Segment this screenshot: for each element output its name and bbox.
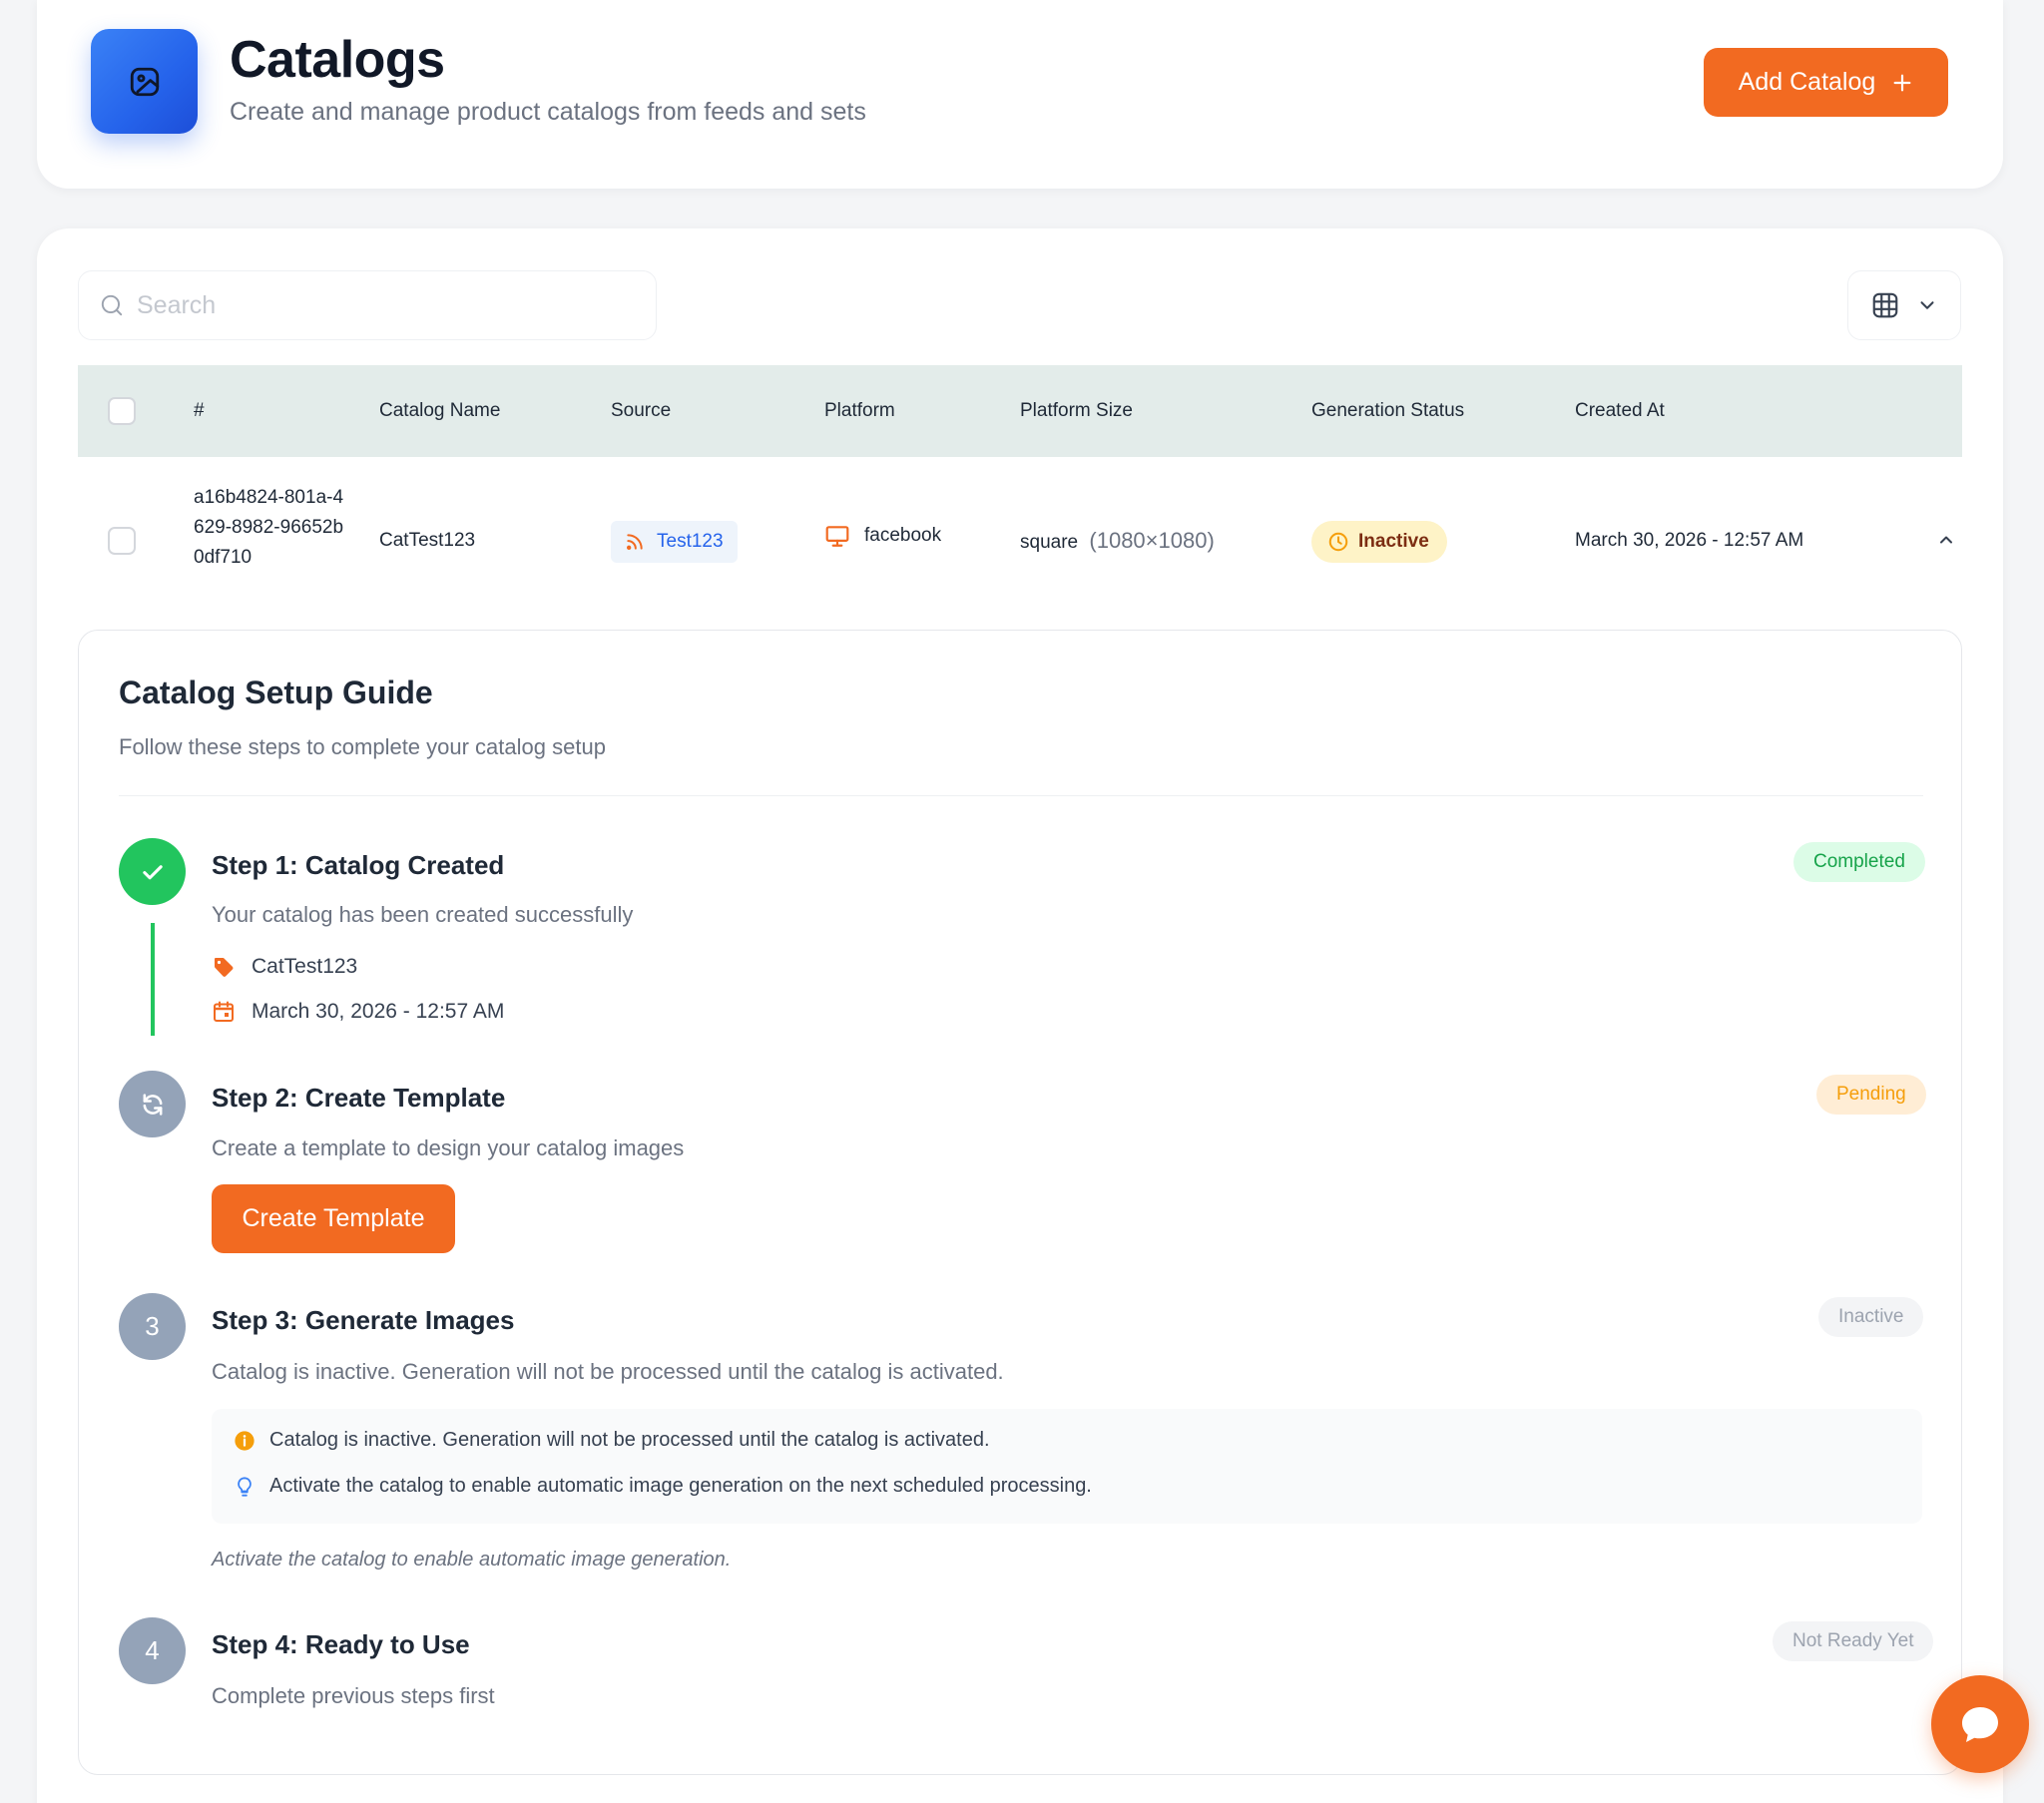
step-4-title: Step 4: Ready to Use	[212, 1629, 470, 1659]
row-catalog-name: CatTest123	[379, 530, 476, 551]
column-header-index: #	[194, 400, 205, 421]
view-toggle-button[interactable]	[1847, 270, 1961, 340]
step-1-catalog-name: CatTest123	[252, 955, 358, 978]
add-catalog-label: Add Catalog	[1738, 68, 1876, 96]
step-2-circle	[119, 1071, 186, 1137]
generation-status-badge: Inactive	[1311, 521, 1447, 563]
step-1-description: Your catalog has been created successful…	[212, 902, 634, 927]
chat-bubble-icon	[1962, 1707, 1998, 1742]
plus-icon	[1893, 74, 1911, 91]
catalogs-list-card: # Catalog Name Source Platform Platform …	[37, 228, 2003, 1803]
step-3-description: Catalog is inactive. Generation will not…	[212, 1359, 1004, 1384]
step-3-status-badge: Inactive	[1818, 1297, 1924, 1337]
step-2-title: Step 2: Create Template	[212, 1083, 506, 1113]
calendar-icon	[214, 1001, 234, 1022]
column-header-source[interactable]: Source	[611, 365, 671, 457]
activate-hint: Activate the catalog to enable automatic…	[212, 1549, 732, 1571]
step-2-description: Create a template to design your catalog…	[212, 1135, 685, 1160]
column-header-platform[interactable]: Platform	[824, 365, 895, 457]
page-title: Catalogs	[230, 31, 445, 89]
chevron-down-icon	[1920, 301, 1934, 309]
row-platform-size: square (1080×1080)	[1020, 528, 1215, 554]
step-3-circle: 3	[119, 1293, 186, 1360]
select-all-checkbox[interactable]	[108, 397, 136, 425]
create-template-button[interactable]: Create Template	[212, 1184, 455, 1253]
column-header-platform-size[interactable]: Platform Size	[1020, 365, 1133, 457]
step-3-notice-box: Catalog is inactive. Generation will not…	[212, 1409, 1922, 1524]
step-1-title: Step 1: Catalog Created	[212, 850, 505, 880]
row-platform-label: facebook	[864, 525, 942, 546]
step-1-catalog-name-row: CatTest123	[212, 955, 357, 979]
step-1-connector	[151, 923, 155, 1036]
step-4-circle: 4	[119, 1617, 186, 1684]
info-icon	[235, 1430, 255, 1451]
search-box	[78, 270, 657, 340]
grid-view-icon	[1872, 292, 1898, 318]
row-source-chip[interactable]: Test123	[611, 521, 738, 563]
row-size-dims: (1080×1080)	[1089, 528, 1215, 553]
generation-status-label: Inactive	[1358, 531, 1429, 552]
step-1-created-at: March 30, 2026 - 12:57 AM	[252, 1000, 505, 1023]
catalog-image-icon	[130, 67, 159, 96]
chat-support-button[interactable]	[1931, 1675, 2029, 1773]
search-icon	[101, 294, 123, 316]
clock-icon	[1328, 532, 1348, 552]
step-4-description: Complete previous steps first	[212, 1683, 495, 1708]
catalog-logo-tile	[91, 29, 198, 134]
column-header-created-at[interactable]: Created At	[1575, 365, 1665, 457]
step-2-status-badge: Pending	[1816, 1075, 1926, 1115]
step-1-created-at-row: March 30, 2026 - 12:57 AM	[212, 1000, 504, 1024]
column-header-generation-status[interactable]: Generation Status	[1311, 365, 1464, 457]
row-created-at: March 30, 2026 - 12:57 AM	[1575, 530, 1804, 551]
step-4-status-badge: Not Ready Yet	[1773, 1621, 1934, 1661]
inactive-warning-text: Catalog is inactive. Generation will not…	[269, 1429, 990, 1451]
step-1-circle	[119, 838, 186, 905]
monitor-icon	[825, 526, 849, 547]
catalog-setup-guide: Catalog Setup Guide Follow these steps t…	[78, 630, 1962, 1775]
guide-subtitle: Follow these steps to complete your cata…	[119, 734, 606, 759]
add-catalog-button[interactable]: Add Catalog	[1704, 48, 1948, 117]
chevron-up-icon[interactable]	[1936, 530, 1956, 550]
guide-title: Catalog Setup Guide	[119, 675, 433, 710]
step-3-title: Step 3: Generate Images	[212, 1305, 515, 1335]
guide-divider	[119, 795, 1923, 796]
table-row[interactable]: a16b4824-801a-4629-8982-96652b0df710 Cat…	[78, 457, 1962, 625]
search-input[interactable]	[137, 271, 656, 339]
step-1-status-badge: Completed	[1793, 842, 1925, 882]
page-header: Catalogs Create and manage product catal…	[37, 0, 2003, 189]
rss-feed-icon	[626, 534, 643, 551]
row-id: a16b4824-801a-4629-8982-96652b0df710	[194, 487, 344, 568]
row-size-name: square	[1020, 532, 1079, 553]
page-subtitle: Create and manage product catalogs from …	[230, 98, 866, 126]
column-header-catalog-name[interactable]: Catalog Name	[379, 365, 500, 457]
sync-icon	[143, 1093, 162, 1116]
row-select-checkbox[interactable]	[108, 527, 136, 555]
activate-tip-text: Activate the catalog to enable automatic…	[269, 1475, 1092, 1497]
check-icon	[142, 864, 163, 879]
catalogs-page: Catalogs Create and manage product catal…	[0, 0, 2044, 1803]
inactive-warning-line: Catalog is inactive. Generation will not…	[234, 1429, 990, 1452]
tag-icon	[215, 958, 234, 977]
row-source-label: Test123	[657, 531, 724, 552]
activate-tip-line: Activate the catalog to enable automatic…	[234, 1475, 1092, 1498]
table-header: # Catalog Name Source Platform Platform …	[78, 365, 1962, 457]
lightbulb-icon	[238, 1476, 252, 1497]
row-platform: facebook	[824, 523, 941, 549]
